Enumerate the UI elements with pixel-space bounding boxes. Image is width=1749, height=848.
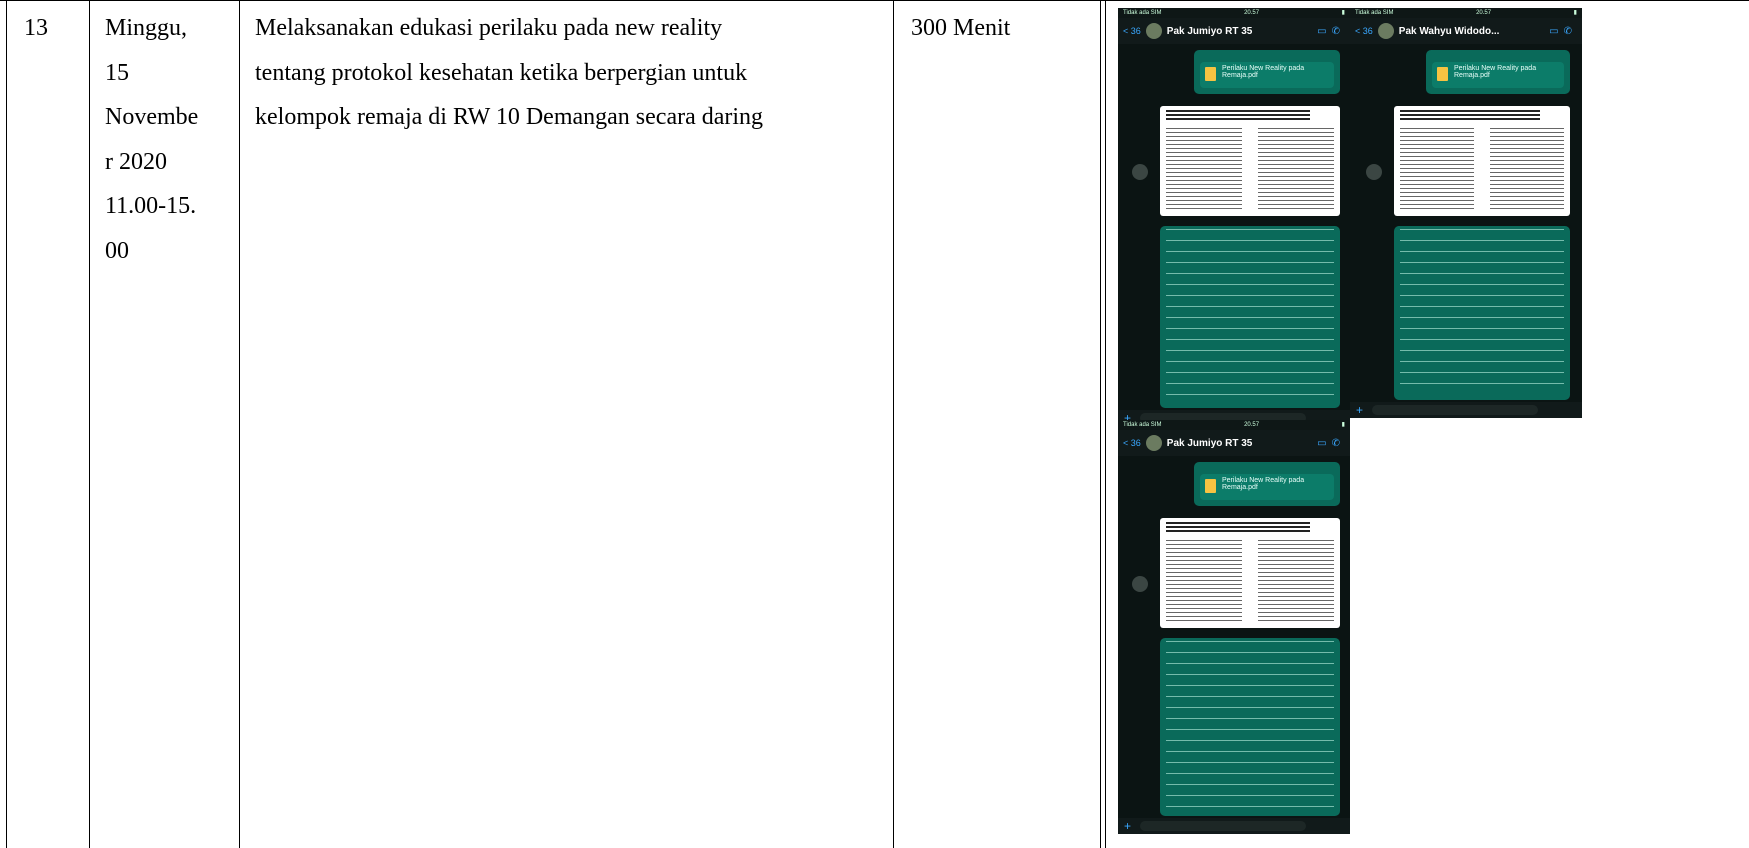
battery-icon: ▮ [1341,422,1345,428]
clock-text: 20.57 [1244,10,1260,16]
description-line: kelompok remaja di RW 10 Demangan secara… [255,104,764,130]
call-icons: ▭✆ [1317,25,1345,37]
col-border-1 [89,0,90,848]
document-file: Perilaku New Reality pada Remaja.pdf [1200,62,1334,88]
col-border-left [6,0,7,848]
back-icon: < 36 [1355,26,1373,36]
document-file: Perilaku New Reality pada Remaja.pdf [1200,474,1334,500]
forward-icon [1366,164,1382,180]
call-icons: ▭✆ [1549,25,1577,37]
back-icon: < 36 [1123,438,1141,448]
poster-image [1394,106,1570,216]
chat-screenshot: Tidak ada SIM 20.57 ▮ < 36 Pak Jumiyo RT… [1118,420,1350,834]
back-icon: < 36 [1123,26,1141,36]
chat-screenshot: Tidak ada SIM 20.57 ▮ < 36 Pak Jumiyo RT… [1118,8,1350,426]
text-message [1160,226,1340,408]
description-line: tentang protokol kesehatan ketika berper… [255,59,748,86]
status-bar: Tidak ada SIM 20.57 ▮ [1118,420,1350,430]
chat-screenshot: Tidak ada SIM 20.57 ▮ < 36 Pak Wahyu Wid… [1350,8,1582,418]
col-border-4b [1105,0,1106,848]
date-line: 11.00-15. [105,193,197,219]
description-line: Melaksanakan edukasi perilaku pada new r… [255,15,723,41]
contact-name: Pak Jumiyo RT 35 [1166,437,1253,449]
avatar [1145,435,1162,451]
date-line: Minggu, [105,15,188,41]
battery-icon: ▮ [1573,10,1577,16]
chat-area: Perilaku New Reality pada Remaja.pdf [1118,44,1350,410]
table-top-border [0,0,1749,1]
chat-header: < 36 Pak Jumiyo RT 35 ▭✆ [1118,430,1350,456]
message-input [1372,405,1538,415]
row-duration: 300 Menit [911,15,1011,41]
poster-image [1160,518,1340,628]
date-line: 00 [105,237,129,264]
col-border-4 [1100,0,1101,848]
status-bar: Tidak ada SIM 20.57 ▮ [1350,8,1582,18]
date-line: r 2020 [105,148,167,175]
contact-name: Pak Jumiyo RT 35 [1166,25,1253,37]
plus-icon: + [1124,819,1132,833]
document-file: Perilaku New Reality pada Remaja.pdf [1432,62,1564,88]
carrier-text: Tidak ada SIM [1123,10,1162,16]
status-bar: Tidak ada SIM 20.57 ▮ [1118,8,1350,18]
chat-area: Perilaku New Reality pada Remaja.pdf [1118,456,1350,818]
text-message [1160,638,1340,816]
row-number: 13 [24,15,48,41]
poster-image [1160,106,1340,216]
row-date: Minggu, 15 Novembe r 2020 11.00-15. 00 [105,6,235,273]
col-border-2 [239,0,240,848]
chat-area: Perilaku New Reality pada Remaja.pdf [1350,44,1582,402]
forward-icon [1132,164,1148,180]
document-message: Perilaku New Reality pada Remaja.pdf [1194,462,1340,506]
message-input [1140,821,1306,831]
plus-icon: + [1356,403,1364,417]
message-input-bar: + [1350,402,1582,418]
carrier-text: Tidak ada SIM [1355,10,1394,16]
clock-text: 20.57 [1476,10,1492,16]
document-message: Perilaku New Reality pada Remaja.pdf [1194,50,1340,94]
message-input-bar: + [1118,818,1350,834]
text-message [1394,226,1570,400]
chat-header: < 36 Pak Wahyu Widodo... ▭✆ [1350,18,1582,44]
forward-icon [1132,576,1148,592]
document-message: Perilaku New Reality pada Remaja.pdf [1426,50,1570,94]
avatar [1377,23,1394,39]
contact-name: Pak Wahyu Widodo... [1398,25,1500,37]
date-line: 15 [105,59,129,86]
battery-icon: ▮ [1341,10,1345,16]
date-line: Novembe [105,104,199,130]
clock-text: 20.57 [1244,422,1260,428]
carrier-text: Tidak ada SIM [1123,422,1162,428]
avatar [1145,23,1162,39]
call-icons: ▭✆ [1317,437,1345,449]
chat-header: < 36 Pak Jumiyo RT 35 ▭✆ [1118,18,1350,44]
row-description: Melaksanakan edukasi perilaku pada new r… [255,6,895,140]
